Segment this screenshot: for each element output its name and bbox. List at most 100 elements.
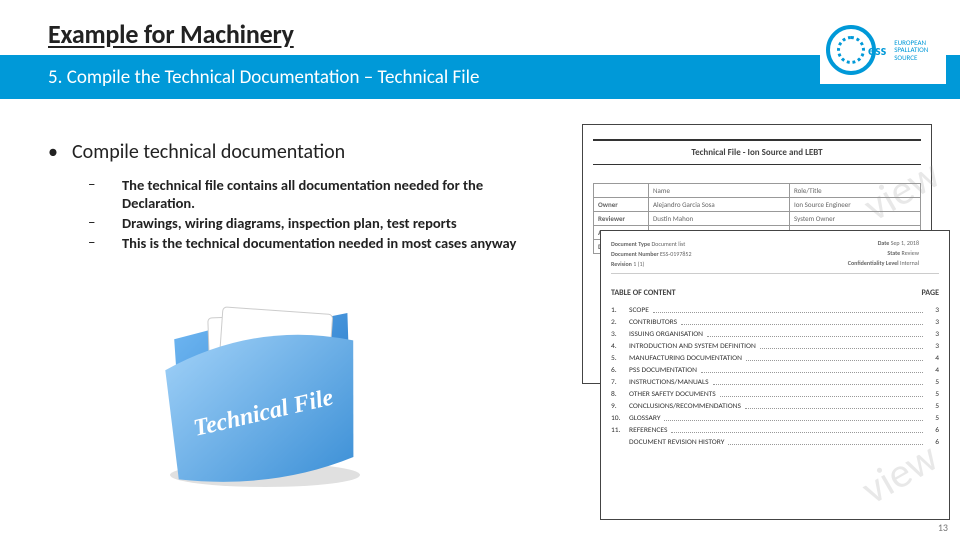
toc-label: REFERENCES <box>629 426 667 435</box>
meta-key: Revision <box>611 260 632 268</box>
toc-head-right: PAGE <box>922 288 939 298</box>
toc-row: 3.ISSUING ORGANISATION 3 <box>611 330 939 339</box>
toc-page: 4 <box>927 354 939 363</box>
toc-label: GLOSSARY <box>629 414 660 423</box>
toc-label: INTRODUCTION AND SYSTEM DEFINITION <box>629 342 756 351</box>
toc-label: DOCUMENT REVISION HISTORY <box>629 438 724 447</box>
toc-header: TABLE OF CONTENT PAGE <box>611 288 939 298</box>
subtitle-bar: 5. Compile the Technical Documentation –… <box>0 55 960 99</box>
toc-row: 9.CONCLUSIONS/RECOMMENDATIONS 5 <box>611 402 939 411</box>
table-row: OwnerAlejandro Garcia SosaIon Source Eng… <box>594 198 921 212</box>
toc-num: 5. <box>611 354 629 363</box>
meta-key: State <box>887 249 900 257</box>
meta-val: Review <box>902 249 919 257</box>
meta-val: Internal <box>900 259 919 267</box>
toc-row: 10.GLOSSARY 5 <box>611 414 939 423</box>
toc-num: 4. <box>611 342 629 351</box>
bullet-main: • Compile technical documentation <box>48 140 578 164</box>
toc-label: MANUFACTURING DOCUMENTATION <box>629 354 742 363</box>
table-row: Name Role/Title <box>594 184 921 198</box>
col-header-role: Role/Title <box>789 184 920 198</box>
toc-num: 9. <box>611 402 629 411</box>
table-row: ReviewerDustin MahonSystem Owner <box>594 212 921 226</box>
toc-label: CONCLUSIONS/RECOMMENDATIONS <box>629 402 741 411</box>
sub-text: Drawings, wiring diagrams, inspection pl… <box>122 214 457 232</box>
bullet-text: Compile technical documentation <box>72 140 345 164</box>
toc-dots <box>746 354 923 361</box>
toc-head-left: TABLE OF CONTENT <box>611 288 676 298</box>
toc-num: 2. <box>611 318 629 327</box>
slide-header: Example for Machinery 5. Compile the Tec… <box>0 0 960 100</box>
dash-icon: – <box>88 234 122 252</box>
bullet-marker: • <box>48 140 72 164</box>
toc-page: 5 <box>927 390 939 399</box>
toc-num: 7. <box>611 378 629 387</box>
toc-label: OTHER SAFETY DOCUMENTS <box>629 390 716 399</box>
meta-val: 1 (1) <box>633 260 644 268</box>
toc-page: 5 <box>927 378 939 387</box>
toc-label: CONTRIBUTORS <box>629 318 677 327</box>
toc-dots <box>653 306 923 313</box>
meta-val: Sep 1, 2018 <box>891 239 919 247</box>
logo-subtext: EUROPEAN SPALLATION SOURCE <box>894 39 928 61</box>
toc-dots <box>681 318 923 325</box>
toc-row: 6.PSS DOCUMENTATION 4 <box>611 366 939 375</box>
meta-key: Document Type <box>611 240 650 248</box>
toc-row: 2.CONTRIBUTORS3 <box>611 318 939 327</box>
toc-page: 6 <box>927 438 939 447</box>
folder-icon: Technical File <box>150 290 380 490</box>
toc-page: 3 <box>927 330 939 339</box>
toc-list: 1.SCOPE32.CONTRIBUTORS33.ISSUING ORGANIS… <box>611 306 939 447</box>
toc-dots <box>671 426 923 433</box>
toc-row: DOCUMENT REVISION HISTORY 6 <box>611 438 939 447</box>
toc-num: 6. <box>611 366 629 375</box>
toc-dots <box>713 378 923 385</box>
toc-num: 8. <box>611 390 629 399</box>
toc-label: PSS DOCUMENTATION <box>629 366 697 375</box>
toc-row: 11.REFERENCES6 <box>611 426 939 435</box>
toc-page: 4 <box>927 366 939 375</box>
slide-subtitle: 5. Compile the Technical Documentation –… <box>48 66 479 89</box>
meta-val: Document list <box>651 240 685 248</box>
meta-val: ESS-0197852 <box>660 250 691 258</box>
toc-label: ISSUING ORGANISATION <box>629 330 703 339</box>
toc-page: 3 <box>927 342 939 351</box>
dash-icon: – <box>88 176 122 212</box>
document-preview-front: Document Type Document list Date Sep 1, … <box>600 230 950 520</box>
list-item: – Drawings, wiring diagrams, inspection … <box>88 214 578 232</box>
toc-dots <box>720 390 923 397</box>
meta-key: Confidentiality Level <box>848 259 899 267</box>
logo-line3: SOURCE <box>894 54 928 61</box>
page-number: 13 <box>938 521 948 534</box>
toc-label: SCOPE <box>629 306 649 315</box>
list-item: – The technical file contains all docume… <box>88 176 578 212</box>
toc-row: 5.MANUFACTURING DOCUMENTATION 4 <box>611 354 939 363</box>
list-item: – This is the technical documentation ne… <box>88 234 578 252</box>
toc-page: 5 <box>927 414 939 423</box>
logo-abbr: ess <box>868 42 886 59</box>
toc-num: 3. <box>611 330 629 339</box>
meta-key: Document Number <box>611 250 659 258</box>
dash-icon: – <box>88 214 122 232</box>
toc-row: 4.INTRODUCTION AND SYSTEM DEFINITION 3 <box>611 342 939 351</box>
meta-key: Date <box>878 239 890 247</box>
toc-num: 1. <box>611 306 629 315</box>
toc-page: 5 <box>927 402 939 411</box>
toc-page: 6 <box>927 426 939 435</box>
toc-num: 10. <box>611 414 629 423</box>
toc-row: 1.SCOPE3 <box>611 306 939 315</box>
sub-text: The technical file contains all document… <box>122 176 552 212</box>
toc-label: INSTRUCTIONS/MANUALS <box>629 378 709 387</box>
toc-dots <box>760 342 923 349</box>
toc-dots <box>745 402 923 409</box>
content-area: • Compile technical documentation – The … <box>48 140 578 255</box>
ess-logo: ess EUROPEAN SPALLATION SOURCE <box>820 16 946 84</box>
toc-row: 8.OTHER SAFETY DOCUMENTS 5 <box>611 390 939 399</box>
toc-dots <box>707 330 923 337</box>
toc-num <box>611 438 629 447</box>
col-header-name: Name <box>649 184 790 198</box>
doc-front-meta: Document Type Document list Date Sep 1, … <box>611 239 939 274</box>
toc-row: 7.INSTRUCTIONS/MANUALS 5 <box>611 378 939 387</box>
technical-file-folder-illustration: Technical File <box>150 290 380 490</box>
toc-dots <box>728 438 923 445</box>
